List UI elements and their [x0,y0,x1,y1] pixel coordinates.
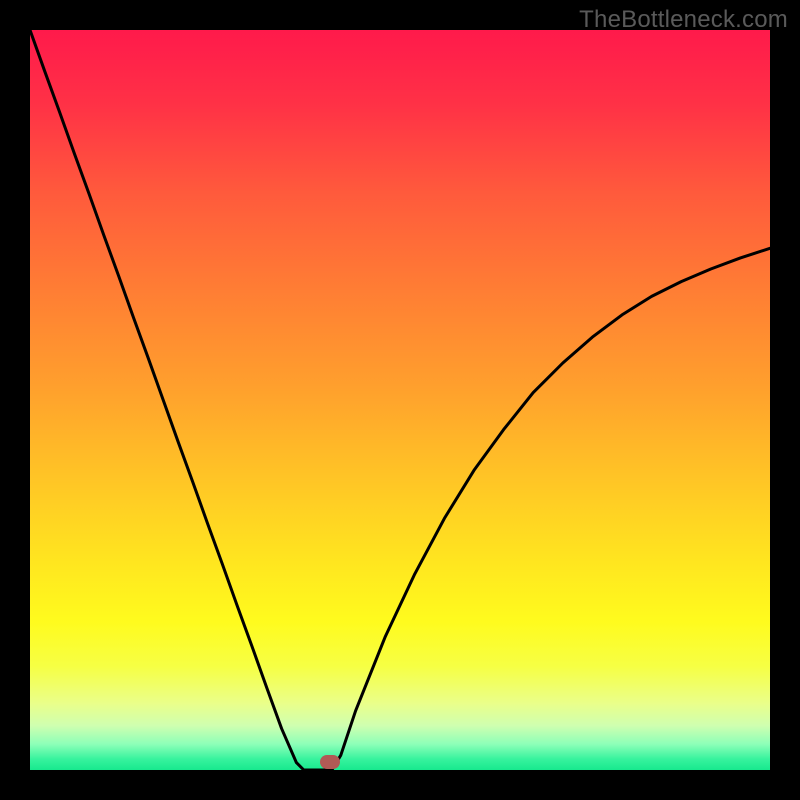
plot-area [30,30,770,770]
bottleneck-curve [30,30,770,770]
watermark-label: TheBottleneck.com [579,6,788,34]
chart-frame: TheBottleneck.com [0,0,800,800]
optimal-point-marker [320,755,340,769]
